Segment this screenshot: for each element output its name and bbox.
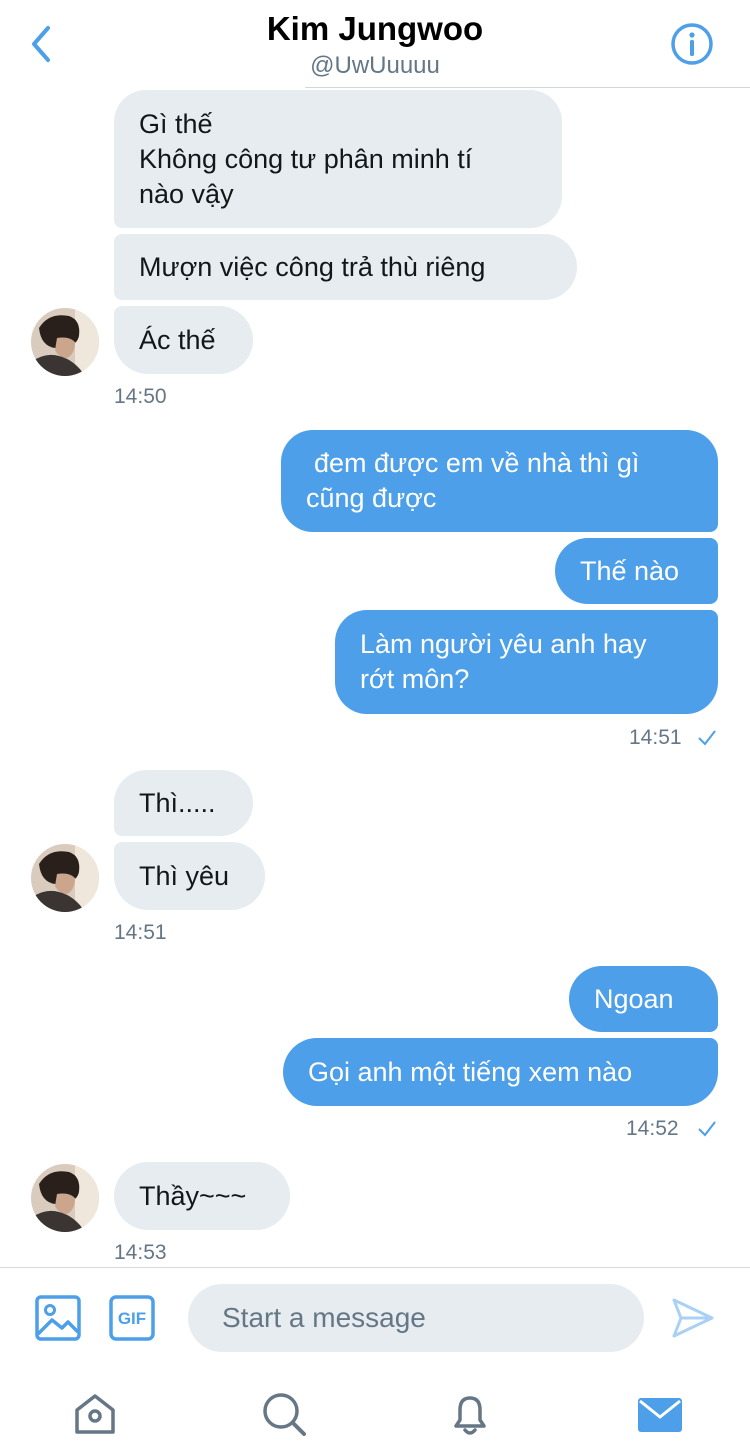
contact-handle: @UwUuuuu (310, 52, 440, 79)
message-text: Thì..... (139, 787, 216, 818)
message-text: Gọi anh một tiếng xem nào (308, 1056, 633, 1087)
avatar[interactable] (31, 1164, 99, 1232)
timestamp: 14:50 (114, 385, 167, 408)
message-line: nào vậy (139, 178, 234, 209)
message-bubble-sent[interactable]: Thế nào (555, 538, 718, 604)
tab-messages[interactable] (636, 1390, 684, 1438)
message-bubble-sent[interactable]: Gọi anh một tiếng xem nào (283, 1038, 718, 1106)
message-line: Gì thế (139, 108, 213, 139)
add-image-button[interactable] (34, 1294, 82, 1342)
tab-home[interactable] (71, 1390, 119, 1438)
bottom-tab-bar (0, 1380, 750, 1445)
message-text: Thế nào (580, 555, 680, 586)
message-bubble-sent[interactable]: Làm người yêu anh hay rớt môn? (335, 610, 718, 714)
message-text: Thì yêu (139, 860, 230, 891)
messages-icon (638, 1398, 682, 1432)
message-bubble-received[interactable]: Gì thế Không công tư phân minh tí nào vậ… (114, 90, 562, 228)
contact-name[interactable]: Kim Jungwoo (0, 10, 750, 48)
message-line: đem được em về nhà thì gì (314, 448, 640, 478)
home-icon (75, 1394, 115, 1434)
composer-divider (0, 1267, 750, 1268)
message-bubble-received[interactable]: Thì..... (114, 770, 253, 836)
message-bubble-received[interactable]: Thầy~~~ (114, 1162, 290, 1230)
message-text: Ngoan (594, 983, 674, 1014)
send-icon (672, 1298, 714, 1338)
message-bubble-received[interactable]: Thì yêu (114, 842, 265, 910)
message-bubble-received[interactable]: Mượn việc công trả thù riêng (114, 234, 577, 300)
message-line: Không công tư phân minh tí (139, 143, 473, 174)
avatar[interactable] (31, 844, 99, 912)
image-icon (35, 1295, 81, 1341)
info-icon (671, 23, 713, 65)
message-text: Mượn việc công trả thù riêng (139, 251, 486, 282)
gif-label: GIF (118, 1309, 146, 1328)
tab-notifications[interactable] (446, 1390, 494, 1438)
tab-search[interactable] (260, 1390, 308, 1438)
message-line: rớt môn? (360, 664, 470, 694)
timestamp: 14:53 (114, 1241, 167, 1264)
message-line: cũng được (306, 483, 437, 513)
add-gif-button[interactable]: GIF (108, 1294, 156, 1342)
send-button[interactable] (670, 1296, 716, 1340)
message-text: Ác thế (139, 324, 216, 355)
info-button[interactable] (670, 22, 714, 66)
message-input[interactable]: Start a message (188, 1284, 644, 1352)
header-divider (305, 87, 750, 88)
sent-check-icon (698, 730, 716, 746)
search-icon (263, 1393, 306, 1436)
message-bubble-received[interactable]: Ác thế (114, 306, 253, 374)
gif-icon: GIF (109, 1295, 155, 1341)
message-text: Thầy~~~ (139, 1180, 247, 1211)
notifications-icon (454, 1396, 486, 1435)
message-bubble-sent[interactable]: Ngoan (569, 966, 718, 1032)
message-input-placeholder: Start a message (222, 1302, 426, 1333)
conversation-header: Kim Jungwoo @UwUuuuu (0, 0, 750, 88)
sent-check-icon (698, 1121, 716, 1137)
timestamp: 14:51 (629, 726, 682, 749)
message-line: Làm người yêu anh hay (360, 629, 647, 659)
timestamp: 14:52 (626, 1117, 679, 1140)
message-bubble-sent[interactable]: đem được em về nhà thì gì cũng được (281, 430, 718, 532)
timestamp: 14:51 (114, 921, 167, 944)
avatar[interactable] (31, 308, 99, 376)
